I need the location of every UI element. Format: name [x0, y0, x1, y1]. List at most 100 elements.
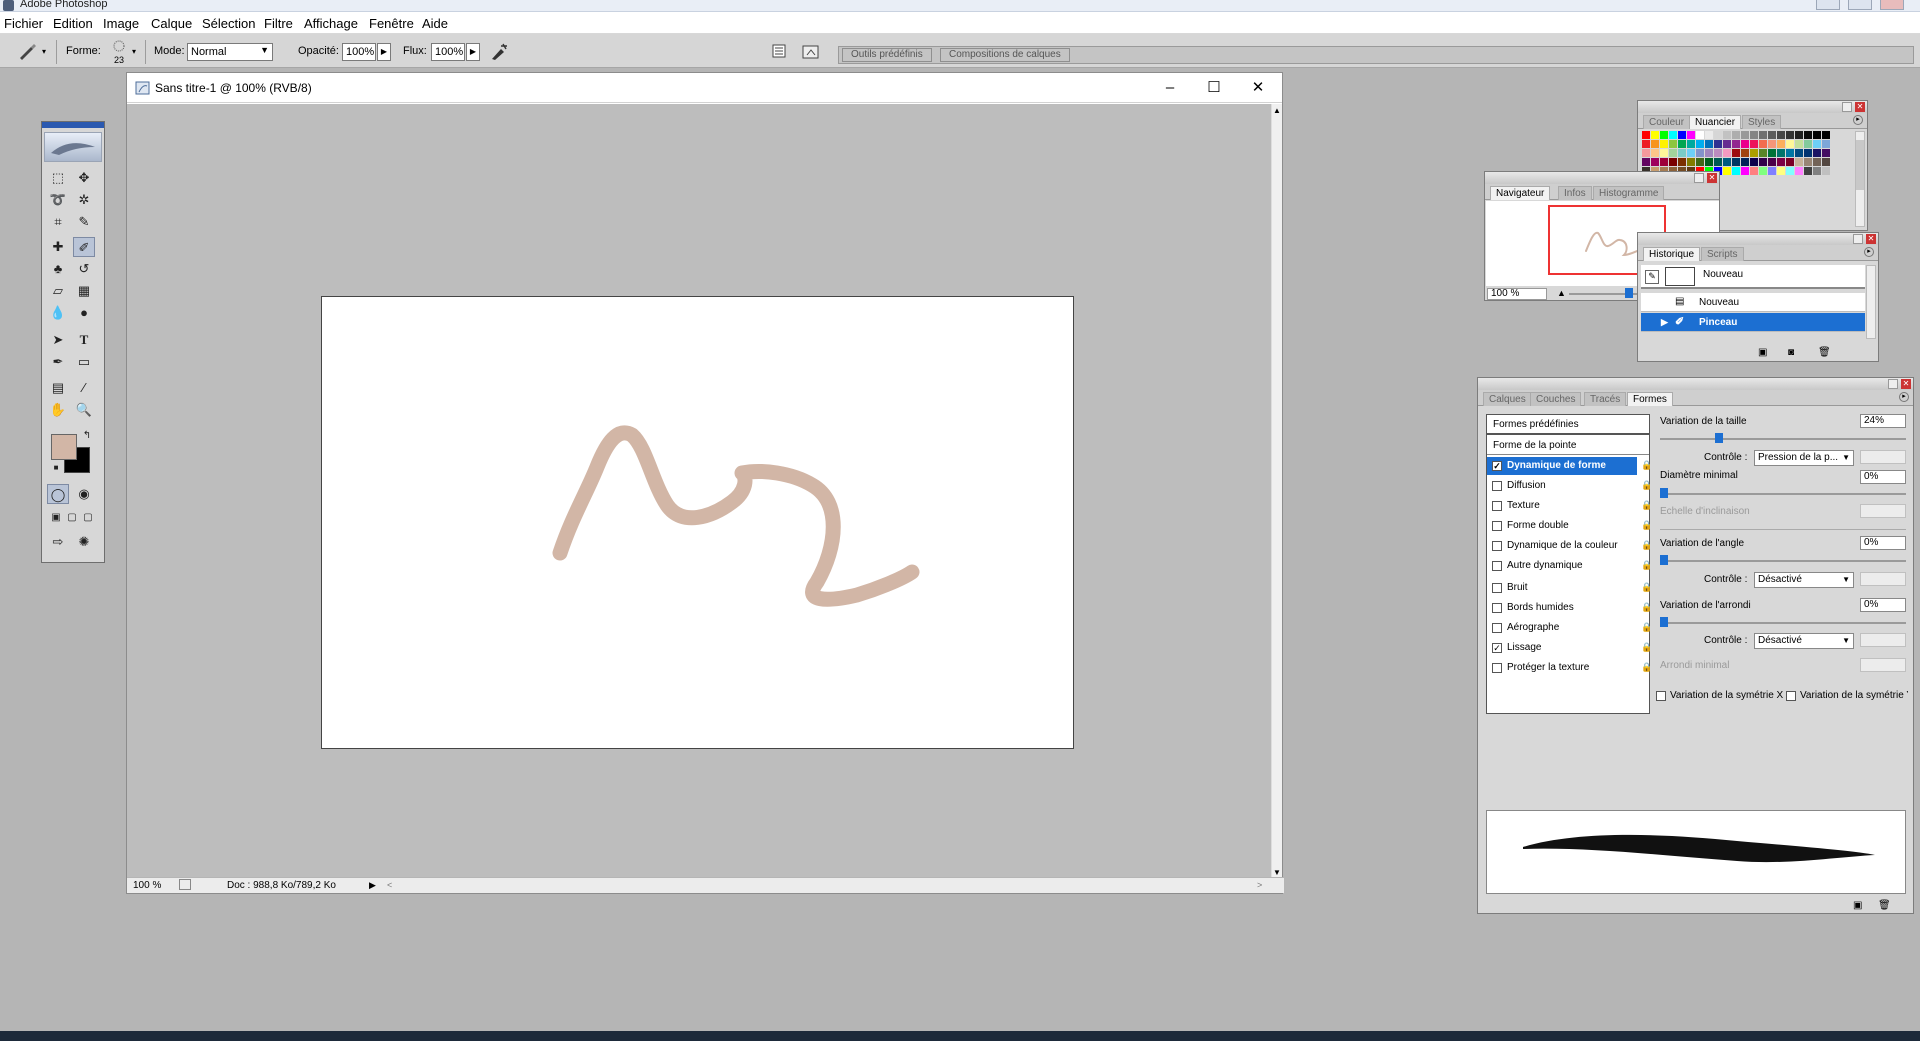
- marquee-tool-icon[interactable]: ⬚: [47, 168, 69, 188]
- canvas[interactable]: [321, 296, 1074, 749]
- min-diameter-input[interactable]: 0%: [1860, 470, 1906, 484]
- document-title-bar[interactable]: Sans titre-1 @ 100% (RVB/8) – ☐ ✕: [127, 73, 1282, 103]
- swatch-cell[interactable]: [1660, 158, 1668, 166]
- menu-calque[interactable]: Calque: [151, 16, 192, 31]
- chevron-down-icon[interactable]: ▾: [132, 47, 136, 56]
- close-app-button[interactable]: [1880, 0, 1904, 10]
- size-jitter-slider[interactable]: [1660, 438, 1906, 440]
- checkbox-icon[interactable]: [1492, 623, 1502, 633]
- swatch-cell[interactable]: [1741, 131, 1749, 139]
- lock-icon[interactable]: 🔒: [1641, 561, 1652, 571]
- opacity-slider-button[interactable]: ▶: [377, 43, 391, 61]
- swatch-cell[interactable]: [1750, 131, 1758, 139]
- zoom-tool-icon[interactable]: 🔍: [73, 400, 95, 420]
- maximize-document-button[interactable]: ☐: [1199, 78, 1229, 98]
- file-browser-icon[interactable]: [768, 42, 790, 62]
- jump-to-imageready-icon[interactable]: ⇨: [47, 532, 69, 552]
- swatch-cell[interactable]: [1678, 149, 1686, 157]
- swatch-cell[interactable]: [1795, 167, 1803, 175]
- checkbox-icon[interactable]: [1492, 603, 1502, 613]
- slice-tool-icon[interactable]: ✎: [73, 212, 95, 232]
- swatch-cell[interactable]: [1822, 158, 1830, 166]
- brush-preview-picker[interactable]: 23: [108, 39, 130, 65]
- swatch-cell[interactable]: [1669, 140, 1677, 148]
- palette-menu-icon[interactable]: ▸: [1853, 115, 1863, 125]
- chevron-up-icon[interactable]: ▲: [1273, 106, 1281, 115]
- swatch-cell[interactable]: [1678, 158, 1686, 166]
- swatch-cell[interactable]: [1795, 158, 1803, 166]
- scroll-right-icon[interactable]: >: [1257, 880, 1262, 890]
- swatch-cell[interactable]: [1714, 149, 1722, 157]
- lock-icon[interactable]: 🔒: [1641, 583, 1652, 593]
- minimize-icon[interactable]: [1888, 379, 1898, 389]
- min-diameter-slider[interactable]: [1660, 493, 1906, 495]
- blur-tool-icon[interactable]: 💧: [47, 303, 69, 323]
- history-snapshot-row[interactable]: ✎ Nouveau: [1641, 265, 1865, 289]
- swatch-cell[interactable]: [1750, 167, 1758, 175]
- toggle-palettes-icon[interactable]: [800, 42, 822, 62]
- checkbox-icon[interactable]: [1492, 561, 1502, 571]
- trash-icon[interactable]: 🗑: [1878, 900, 1891, 911]
- trash-icon[interactable]: 🗑: [1818, 347, 1831, 358]
- history-scrollbar[interactable]: [1866, 265, 1876, 339]
- menu-filtre[interactable]: Filtre: [264, 16, 293, 31]
- menu-image[interactable]: Image: [103, 16, 139, 31]
- swatch-cell[interactable]: [1741, 149, 1749, 157]
- tab-nuancier[interactable]: Nuancier: [1689, 115, 1742, 129]
- swatch-cell[interactable]: [1705, 140, 1713, 148]
- minimize-document-button[interactable]: –: [1155, 78, 1185, 98]
- brush-tool-preset-icon[interactable]: [16, 42, 38, 62]
- dodge-tool-icon[interactable]: ●: [73, 303, 95, 323]
- adobe-feather-logo[interactable]: [44, 132, 102, 162]
- new-snapshot-icon[interactable]: ◙: [1788, 347, 1794, 358]
- checkbox-checked-icon[interactable]: ✓: [1492, 643, 1502, 653]
- swatch-grid[interactable]: [1642, 131, 1830, 175]
- lock-icon[interactable]: 🔒: [1641, 603, 1652, 613]
- history-state-row-selected[interactable]: ▶ ✐ Pinceau: [1641, 313, 1865, 332]
- palette-title-bar[interactable]: ✕: [1638, 101, 1867, 113]
- tab-infos[interactable]: Infos: [1558, 186, 1592, 200]
- swatch-cell[interactable]: [1813, 158, 1821, 166]
- swatch-cell[interactable]: [1651, 149, 1659, 157]
- swatch-cell[interactable]: [1741, 140, 1749, 148]
- swatch-cell[interactable]: [1687, 140, 1695, 148]
- path-selection-tool-icon[interactable]: ➤: [47, 330, 69, 350]
- angle-control-extra-input[interactable]: [1860, 572, 1906, 586]
- swatch-cell[interactable]: [1678, 140, 1686, 148]
- checkbox-icon[interactable]: [1492, 541, 1502, 551]
- new-brush-icon[interactable]: ▣: [1853, 900, 1862, 911]
- brush-option-texture[interactable]: Texture 🔒: [1487, 497, 1652, 515]
- checkbox-icon[interactable]: [1492, 501, 1502, 511]
- size-jitter-input[interactable]: 24%: [1860, 414, 1906, 428]
- swatch-cell[interactable]: [1750, 149, 1758, 157]
- swatch-cell[interactable]: [1741, 158, 1749, 166]
- swatch-cell[interactable]: [1723, 158, 1731, 166]
- lasso-tool-icon[interactable]: ➰: [47, 190, 69, 210]
- swatch-cell[interactable]: [1660, 140, 1668, 148]
- swatch-cell[interactable]: [1822, 131, 1830, 139]
- swatch-cell[interactable]: [1723, 149, 1731, 157]
- tilt-scale-input[interactable]: [1860, 504, 1906, 518]
- swatch-cell[interactable]: [1741, 167, 1749, 175]
- palette-title-bar[interactable]: ✕: [1638, 233, 1878, 245]
- navigator-zoom-input[interactable]: 100 %: [1487, 288, 1547, 300]
- swatch-cell[interactable]: [1651, 140, 1659, 148]
- chevron-down-icon[interactable]: ▼: [1273, 868, 1281, 877]
- swatch-cell[interactable]: [1768, 158, 1776, 166]
- angle-jitter-thumb[interactable]: [1660, 555, 1668, 565]
- swatch-cell[interactable]: [1687, 149, 1695, 157]
- swatch-cell[interactable]: [1759, 149, 1767, 157]
- maximize-app-button[interactable]: [1848, 0, 1872, 10]
- checkbox-icon[interactable]: [1492, 521, 1502, 531]
- brush-option-protect-texture[interactable]: Protéger la texture 🔒: [1487, 659, 1652, 677]
- swatch-cell[interactable]: [1822, 149, 1830, 157]
- swatch-cell[interactable]: [1786, 149, 1794, 157]
- swatches-scrollbar[interactable]: [1855, 131, 1865, 227]
- swatch-cell[interactable]: [1768, 167, 1776, 175]
- tab-couches[interactable]: Couches: [1530, 392, 1582, 406]
- swatch-cell[interactable]: [1786, 131, 1794, 139]
- flow-slider-button[interactable]: ▶: [466, 43, 480, 61]
- minimize-app-button[interactable]: [1816, 0, 1840, 10]
- foreground-color-swatch[interactable]: [51, 434, 77, 460]
- palette-menu-icon[interactable]: ▸: [1899, 392, 1909, 402]
